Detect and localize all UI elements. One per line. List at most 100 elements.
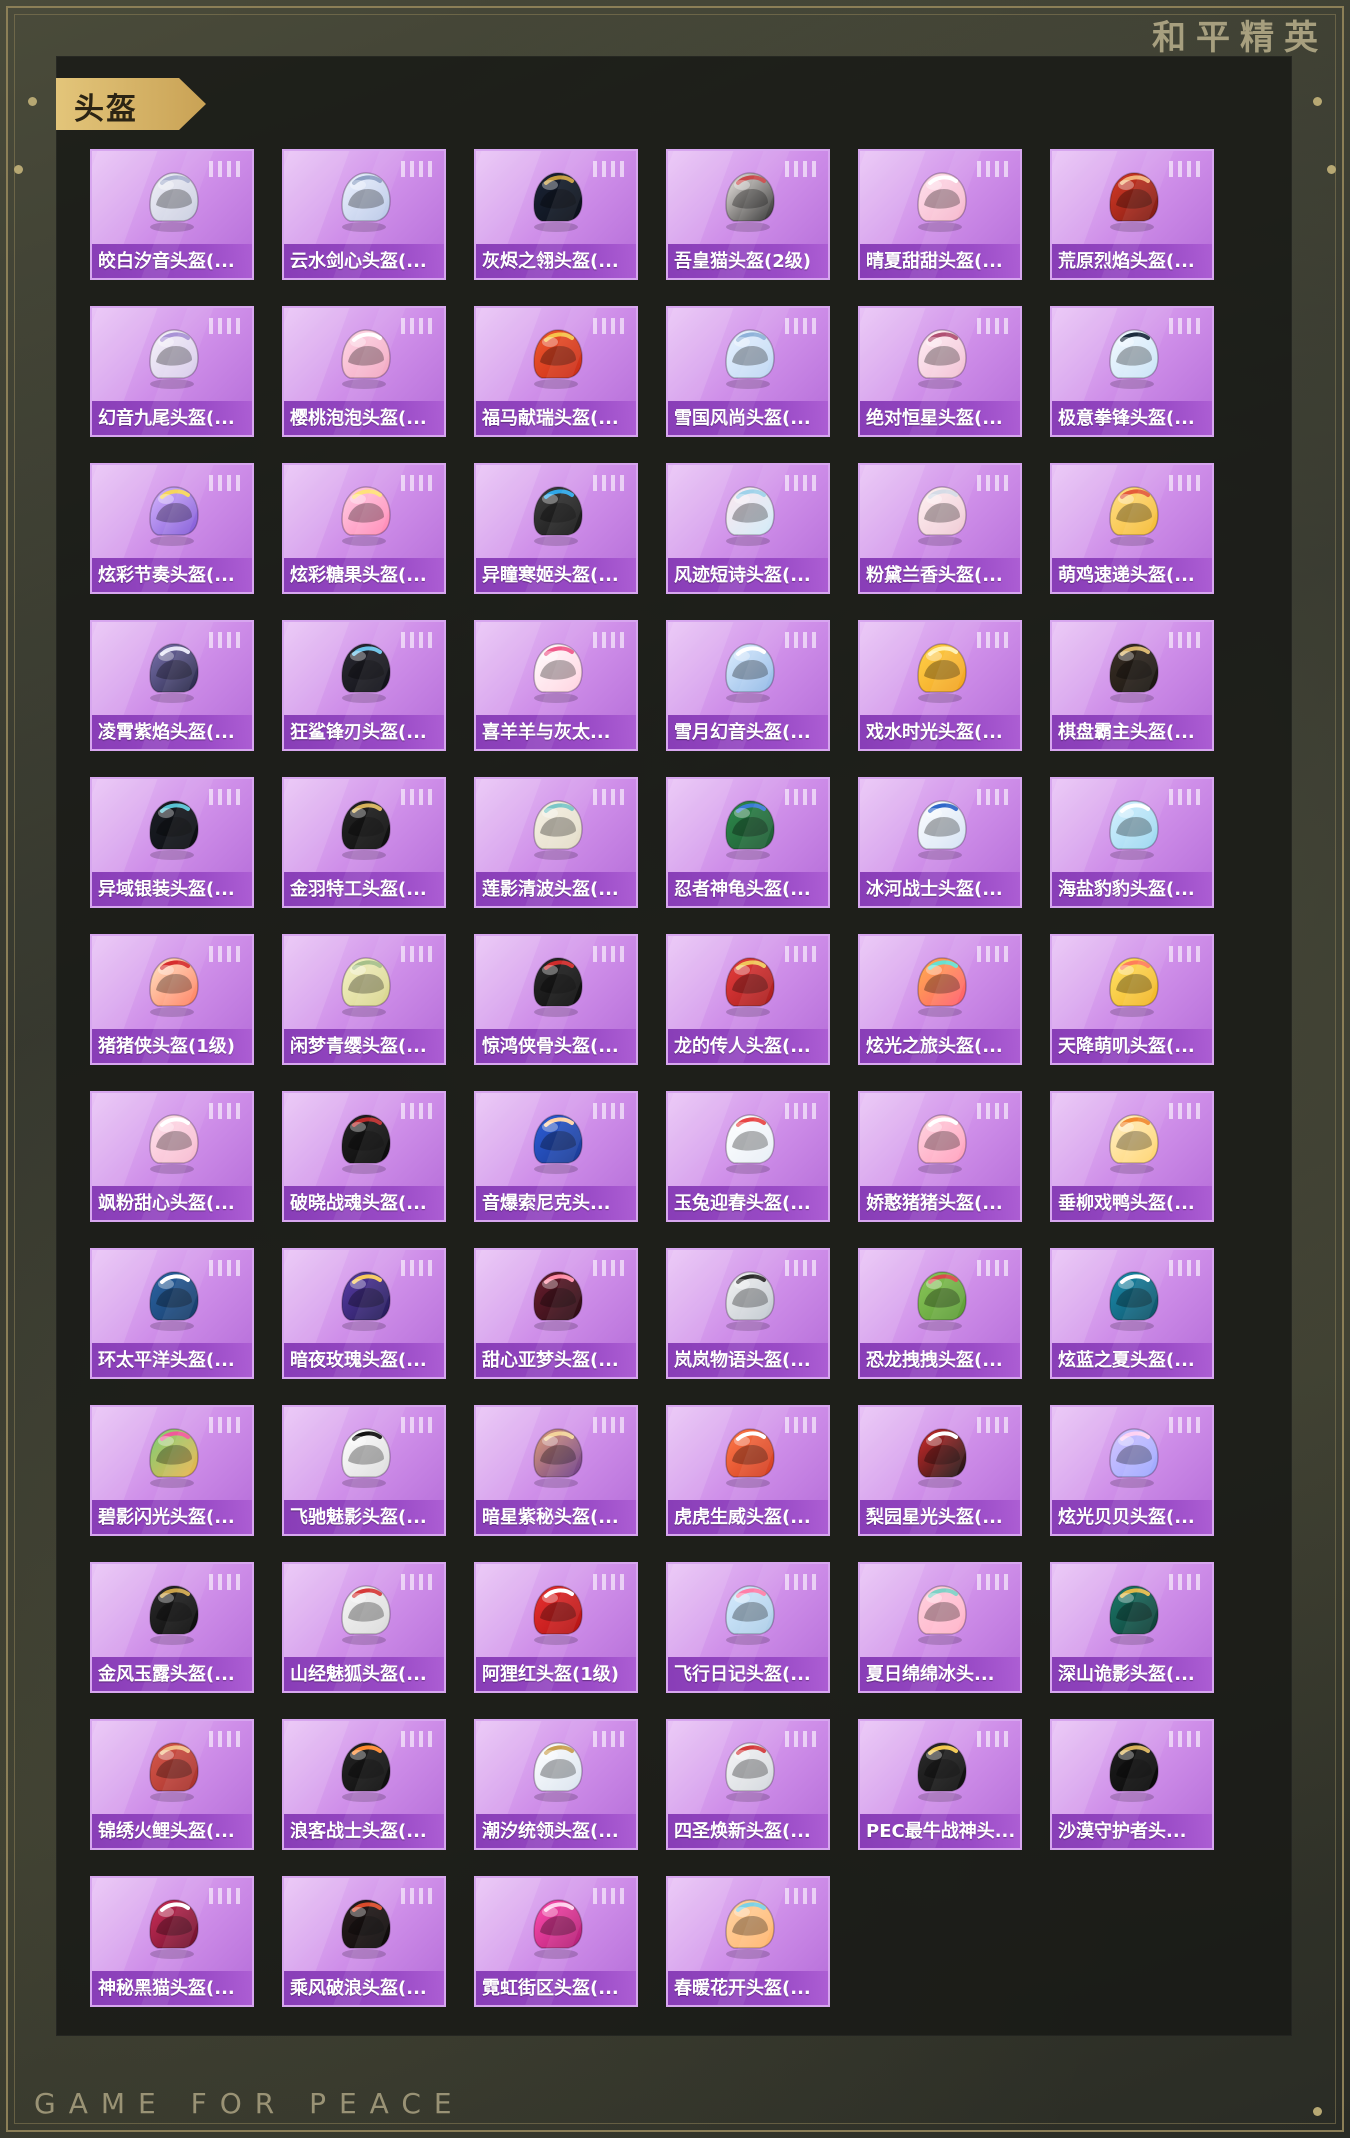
helmet-icon xyxy=(149,1742,199,1802)
helmet-card[interactable]: 喜羊羊与灰太... xyxy=(474,620,638,751)
helmet-card[interactable]: 炫蓝之夏头盔(... xyxy=(1050,1248,1214,1379)
quality-bars-icon xyxy=(785,475,816,491)
helmet-card[interactable]: 吾皇猫头盔(2级) xyxy=(666,149,830,280)
helmet-name: 暗夜玫瑰头盔(... xyxy=(290,1350,427,1371)
helmet-card[interactable]: 晴夏甜甜头盔(... xyxy=(858,149,1022,280)
helmet-card[interactable]: 灰烬之翎头盔(... xyxy=(474,149,638,280)
helmet-card[interactable]: 深山诡影头盔(... xyxy=(1050,1562,1214,1693)
helmet-card[interactable]: 霓虹街区头盔(... xyxy=(474,1876,638,2007)
helmet-card[interactable]: 沙漠守护者头... xyxy=(1050,1719,1214,1850)
quality-bars-icon xyxy=(785,161,816,177)
helmet-card[interactable]: 粉黛兰香头盔(... xyxy=(858,463,1022,594)
helmet-card[interactable]: 猪猪侠头盔(1级) xyxy=(90,934,254,1065)
helmet-card[interactable]: 龙的传人头盔(... xyxy=(666,934,830,1065)
helmet-card[interactable]: 恐龙拽拽头盔(... xyxy=(858,1248,1022,1379)
helmet-card[interactable]: 皎白汐音头盔(... xyxy=(90,149,254,280)
helmet-card[interactable]: 雪国风尚头盔(... xyxy=(666,306,830,437)
helmet-card[interactable]: 神秘黑猫头盔(... xyxy=(90,1876,254,2007)
helmet-card[interactable]: 阿狸红头盔(1级) xyxy=(474,1562,638,1693)
helmet-card[interactable]: 异瞳寒姬头盔(... xyxy=(474,463,638,594)
helmet-card[interactable]: 暗夜玫瑰头盔(... xyxy=(282,1248,446,1379)
helmet-card[interactable]: 飞行日记头盔(... xyxy=(666,1562,830,1693)
helmet-card[interactable]: 乘风破浪头盔(... xyxy=(282,1876,446,2007)
helmet-card[interactable]: 虎虎生威头盔(... xyxy=(666,1405,830,1536)
helmet-icon xyxy=(725,1899,775,1959)
helmet-card[interactable]: 风迹短诗头盔(... xyxy=(666,463,830,594)
helmet-card[interactable]: 炫光贝贝头盔(... xyxy=(1050,1405,1214,1536)
helmet-card[interactable]: 棋盘霸主头盔(... xyxy=(1050,620,1214,751)
quality-bars-icon xyxy=(209,1417,240,1433)
helmet-name: 龙的传人头盔(... xyxy=(674,1036,811,1057)
helmet-name: 云水剑心头盔(... xyxy=(290,251,427,272)
helmet-card[interactable]: 莲影清波头盔(... xyxy=(474,777,638,908)
helmet-name: 天降萌叽头盔(... xyxy=(1058,1036,1195,1057)
helmet-card[interactable]: 极意拳锋头盔(... xyxy=(1050,306,1214,437)
helmet-icon xyxy=(533,1899,583,1959)
helmet-card[interactable]: 福马献瑞头盔(... xyxy=(474,306,638,437)
brand-logo-cn: 和平精英 xyxy=(1152,18,1328,58)
helmet-card[interactable]: 荒原烈焰头盔(... xyxy=(1050,149,1214,280)
helmet-card[interactable]: 炫彩节奏头盔(... xyxy=(90,463,254,594)
helmet-card[interactable]: 金羽特工头盔(... xyxy=(282,777,446,908)
helmet-card[interactable]: 破晓战魂头盔(... xyxy=(282,1091,446,1222)
helmet-icon xyxy=(533,1114,583,1174)
quality-bars-icon xyxy=(209,1888,240,1904)
decor-dot-right xyxy=(1313,97,1322,106)
helmet-card[interactable]: 戏水时光头盔(... xyxy=(858,620,1022,751)
helmet-card[interactable]: 云水剑心头盔(... xyxy=(282,149,446,280)
helmet-card[interactable]: 异域银装头盔(... xyxy=(90,777,254,908)
helmet-name: 异域银装头盔(... xyxy=(98,879,235,900)
helmet-card[interactable]: 绝对恒星头盔(... xyxy=(858,306,1022,437)
helmet-name: 皎白汐音头盔(... xyxy=(98,251,235,272)
helmet-icon xyxy=(149,1428,199,1488)
helmet-card[interactable]: 梨园星光头盔(... xyxy=(858,1405,1022,1536)
helmet-name: 夏日绵绵冰头... xyxy=(866,1664,995,1685)
helmet-icon xyxy=(917,1742,967,1802)
helmet-icon xyxy=(725,1114,775,1174)
helmet-name: 玉兔迎春头盔(... xyxy=(674,1193,811,1214)
helmet-card[interactable]: 春暖花开头盔(... xyxy=(666,1876,830,2007)
helmet-card[interactable]: 幻音九尾头盔(... xyxy=(90,306,254,437)
helmet-card[interactable]: 垂柳戏鸭头盔(... xyxy=(1050,1091,1214,1222)
helmet-card[interactable]: 飒粉甜心头盔(... xyxy=(90,1091,254,1222)
helmet-icon xyxy=(725,1428,775,1488)
helmet-card[interactable]: 萌鸡速递头盔(... xyxy=(1050,463,1214,594)
helmet-card[interactable]: 忍者神龟头盔(... xyxy=(666,777,830,908)
helmet-card[interactable]: 海盐豹豹头盔(... xyxy=(1050,777,1214,908)
helmet-card[interactable]: 娇憨猪猪头盔(... xyxy=(858,1091,1022,1222)
helmet-icon xyxy=(533,172,583,232)
helmet-card[interactable]: 四圣焕新头盔(... xyxy=(666,1719,830,1850)
helmet-icon xyxy=(533,1428,583,1488)
helmet-card[interactable]: 飞驰魅影头盔(... xyxy=(282,1405,446,1536)
helmet-card[interactable]: 浪客战士头盔(... xyxy=(282,1719,446,1850)
helmet-card[interactable]: 惊鸿侠骨头盔(... xyxy=(474,934,638,1065)
helmet-card[interactable]: 雪月幻音头盔(... xyxy=(666,620,830,751)
helmet-card[interactable]: 炫光之旅头盔(... xyxy=(858,934,1022,1065)
helmet-card[interactable]: 潮汐统领头盔(... xyxy=(474,1719,638,1850)
quality-bars-icon xyxy=(1169,789,1200,805)
helmet-card[interactable]: 碧影闪光头盔(... xyxy=(90,1405,254,1536)
helmet-card[interactable]: 玉兔迎春头盔(... xyxy=(666,1091,830,1222)
helmet-card[interactable]: 闲梦青缨头盔(... xyxy=(282,934,446,1065)
helmet-card[interactable]: 环太平洋头盔(... xyxy=(90,1248,254,1379)
helmet-card[interactable]: 音爆索尼克头... xyxy=(474,1091,638,1222)
helmet-card[interactable]: 暗星紫秘头盔(... xyxy=(474,1405,638,1536)
helmet-name: 异瞳寒姬头盔(... xyxy=(482,565,619,586)
helmet-card[interactable]: 锦绣火鲤头盔(... xyxy=(90,1719,254,1850)
helmet-card[interactable]: PEC最牛战神头... xyxy=(858,1719,1022,1850)
helmet-icon xyxy=(533,486,583,546)
helmet-card[interactable]: 甜心亚梦头盔(... xyxy=(474,1248,638,1379)
helmet-card[interactable]: 冰河战士头盔(... xyxy=(858,777,1022,908)
helmet-card[interactable]: 天降萌叽头盔(... xyxy=(1050,934,1214,1065)
helmet-card[interactable]: 炫彩糖果头盔(... xyxy=(282,463,446,594)
helmet-card[interactable]: 狂鲨锋刃头盔(... xyxy=(282,620,446,751)
helmet-card[interactable]: 夏日绵绵冰头... xyxy=(858,1562,1022,1693)
helmet-card[interactable]: 山经魅狐头盔(... xyxy=(282,1562,446,1693)
helmet-name: 戏水时光头盔(... xyxy=(866,722,1003,743)
quality-bars-icon xyxy=(401,1103,432,1119)
helmet-card[interactable]: 岚岚物语头盔(... xyxy=(666,1248,830,1379)
helmet-name: 金羽特工头盔(... xyxy=(290,879,427,900)
helmet-card[interactable]: 樱桃泡泡头盔(... xyxy=(282,306,446,437)
helmet-card[interactable]: 凌霄紫焰头盔(... xyxy=(90,620,254,751)
helmet-card[interactable]: 金风玉露头盔(... xyxy=(90,1562,254,1693)
